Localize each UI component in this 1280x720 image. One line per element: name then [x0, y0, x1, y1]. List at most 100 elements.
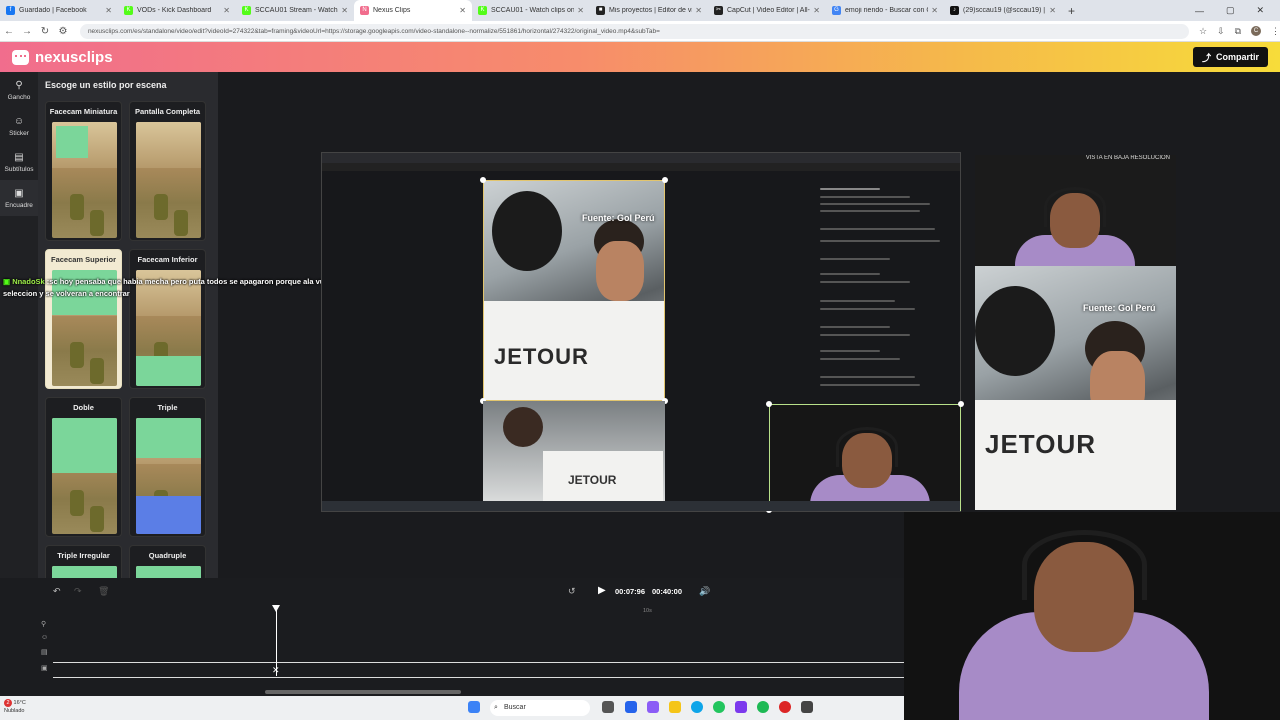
replay-icon[interactable]: ↺: [568, 586, 576, 597]
close-window-icon[interactable]: ✕: [1256, 5, 1264, 16]
window-controls: — ▢ ✕: [1195, 0, 1280, 21]
style-card[interactable]: Facecam Superior: [45, 249, 122, 389]
hook-icon: ⚲: [15, 79, 23, 91]
style-card-name: Facecam Inferior: [137, 255, 198, 264]
browser-tab[interactable]: K SCCAU01 Stream - Watch Live...✕: [236, 0, 354, 21]
back-icon[interactable]: ←: [0, 26, 18, 37]
browser-tab[interactable]: ✂ CapCut | Video Editor | All-In-O...✕: [708, 0, 826, 21]
tabs-container: f Guardado | Facebook ✕ K VODs - Kick Dashbo…: [0, 0, 1062, 21]
volume-icon[interactable]: 🔊: [699, 586, 710, 597]
tab-title: Nexus Clips: [373, 7, 411, 14]
tab-title: emoji riendo - Buscar con Goo...: [845, 7, 928, 14]
style-card[interactable]: Facecam Inferior: [129, 249, 206, 389]
timeline-scrollbar[interactable]: [265, 690, 461, 694]
tab-close-icon[interactable]: ✕: [459, 6, 466, 15]
taskbar-search[interactable]: ⌕ Buscar: [490, 700, 590, 716]
download-icon[interactable]: ⇩: [1217, 26, 1225, 37]
player-head: [492, 191, 562, 271]
bookmark-star-icon[interactable]: ☆: [1199, 26, 1207, 37]
style-card-name: Triple: [157, 403, 178, 412]
style-card-name: Quadruple: [148, 551, 187, 560]
current-time: 00:07:96: [615, 587, 646, 596]
crop-handle[interactable]: [662, 177, 668, 183]
new-tab-button[interactable]: +: [1062, 4, 1081, 18]
recorded-browser-address: [322, 163, 960, 171]
tab-title: SCCAU01 - Watch clips on Kick: [491, 7, 575, 14]
style-card[interactable]: Pantalla Completa: [129, 101, 206, 241]
browser-tab[interactable]: K SCCAU01 - Watch clips on Kick✕: [472, 0, 590, 21]
share-button[interactable]: ⤴ Compartir: [1192, 47, 1268, 67]
tab-close-icon[interactable]: ✕: [341, 6, 348, 15]
style-card[interactable]: Quadruple: [129, 545, 206, 578]
menu-kebab-icon[interactable]: ⋮: [1271, 26, 1280, 37]
crop-frame-facecam[interactable]: [769, 404, 961, 511]
output-preview: VISTA EN BAJA RESOLUCIÓN JETOUR Fuente: …: [975, 155, 1176, 510]
browser-tab[interactable]: f Guardado | Facebook ✕: [0, 0, 118, 21]
crop-handle[interactable]: [480, 177, 486, 183]
edge-icon[interactable]: [691, 701, 703, 713]
tool-rail: ⚲ Gancho ☺ Sticker ▤ Subtítulos ▣ Encuadre: [0, 72, 38, 578]
tab-close-icon[interactable]: ✕: [577, 6, 584, 15]
windows-start-icon[interactable]: [468, 701, 480, 713]
style-card[interactable]: Triple: [129, 397, 206, 537]
forward-icon[interactable]: →: [18, 26, 36, 37]
style-card[interactable]: Facecam Miniatura: [45, 101, 122, 241]
site-info-icon[interactable]: ⚙: [54, 26, 72, 37]
redo-icon[interactable]: ↷: [74, 586, 82, 597]
browser-tab[interactable]: K VODs - Kick Dashboard ✕: [118, 0, 236, 21]
extensions-icon[interactable]: ⧉: [1235, 26, 1241, 37]
browser-tab[interactable]: N Nexus Clips ✕: [354, 0, 472, 21]
crop-handle[interactable]: [958, 401, 964, 407]
app-icon[interactable]: [647, 701, 659, 713]
trash-icon[interactable]: 🗑: [98, 586, 109, 597]
maximize-icon[interactable]: ▢: [1226, 5, 1235, 16]
app-icon[interactable]: [735, 701, 747, 713]
chat-username: NnadoSk: [12, 277, 45, 286]
app-header: nexusclips ⤴ Compartir: [0, 42, 1280, 72]
style-card[interactable]: Triple Irregular: [45, 545, 122, 578]
spotify-icon[interactable]: [757, 701, 769, 713]
tab-close-icon[interactable]: ✕: [695, 6, 702, 15]
playhead-handle[interactable]: [272, 605, 280, 612]
nexusclips-logo[interactable]: nexusclips: [12, 49, 113, 66]
rail-item-sticker[interactable]: ☺ Sticker: [0, 108, 38, 144]
crop-handle[interactable]: [766, 401, 772, 407]
output-gameplay: JETOUR Fuente: Gol Perú: [975, 266, 1176, 510]
tab-favicon-icon: N: [360, 6, 369, 15]
chrome-icon[interactable]: [713, 701, 725, 713]
minimize-icon[interactable]: —: [1195, 6, 1204, 16]
app-icon[interactable]: [801, 701, 813, 713]
rail-item-subtítulos[interactable]: ▤ Subtítulos: [0, 144, 38, 180]
browser-tab[interactable]: ■ Mis proyectos | Editor de video...✕: [590, 0, 708, 21]
url-field[interactable]: nexusclips.com/es/standalone/video/edit?…: [79, 23, 1189, 39]
tab-close-icon[interactable]: ✕: [105, 6, 112, 15]
tab-favicon-icon: G: [832, 6, 841, 15]
crop-frame-gameplay[interactable]: JETOUR Fuente: Gol Perú: [483, 180, 665, 401]
task-view-icon[interactable]: [602, 701, 614, 713]
undo-icon[interactable]: ↶: [53, 586, 61, 597]
subtitles-icon: ▤: [14, 151, 24, 163]
browser-tab[interactable]: Gemoji riendo - Buscar con Goo...✕: [826, 0, 944, 21]
tab-close-icon[interactable]: ✕: [813, 6, 820, 15]
video-preview[interactable]: JETOUR Fuente: Gol Perú JETOUR: [321, 152, 964, 513]
profile-avatar[interactable]: C: [1251, 25, 1261, 36]
weather-widget[interactable]: 2 16°C Nublado: [4, 699, 26, 715]
jersey-text-lower: JETOUR: [568, 473, 617, 487]
weather-desc: Nublado: [4, 708, 25, 714]
tab-close-icon[interactable]: ✕: [1049, 6, 1056, 15]
tab-title: Guardado | Facebook: [19, 7, 87, 14]
style-card[interactable]: Doble: [45, 397, 122, 537]
rail-item-gancho[interactable]: ⚲ Gancho: [0, 72, 38, 108]
tab-close-icon[interactable]: ✕: [223, 6, 230, 15]
rail-item-encuadre[interactable]: ▣ Encuadre: [0, 180, 38, 216]
app-icon[interactable]: [625, 701, 637, 713]
framing-track[interactable]: [53, 662, 904, 678]
tab-close-icon[interactable]: ✕: [931, 6, 938, 15]
file-explorer-icon[interactable]: [669, 701, 681, 713]
play-icon[interactable]: ▶: [598, 585, 606, 596]
browser-tab[interactable]: ♪ (29)sccau19 (@sccau19) | TikTok✕: [944, 0, 1062, 21]
split-marker-icon[interactable]: ✕: [272, 665, 280, 676]
reload-icon[interactable]: ↻: [36, 26, 54, 37]
output-source-label: Fuente: Gol Perú: [1083, 303, 1156, 313]
app-icon[interactable]: [779, 701, 791, 713]
